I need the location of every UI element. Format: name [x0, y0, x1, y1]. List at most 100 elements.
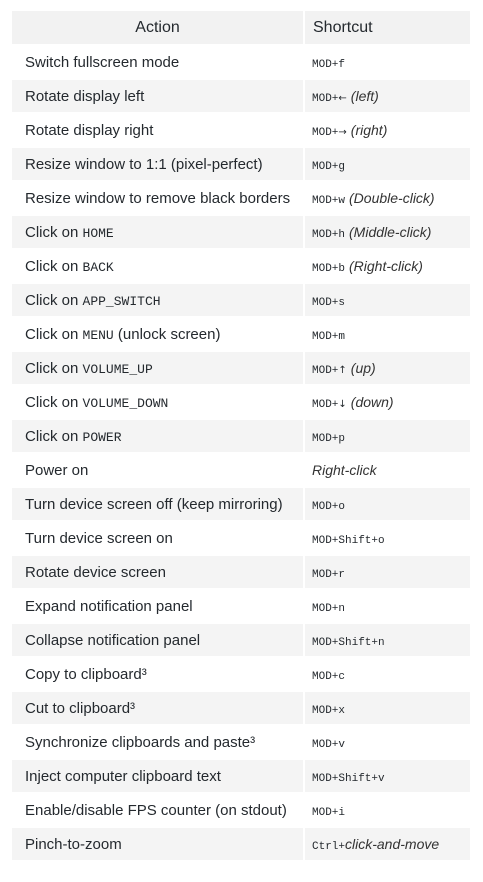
shortcut-keys: MOD+m	[312, 330, 346, 343]
header-action: Action	[12, 11, 305, 45]
action-cell: Resize window to 1:1 (pixel-perfect)	[12, 146, 305, 181]
shortcut-keys: MOD+s	[312, 296, 346, 309]
shortcut-cell: MOD+o	[304, 486, 470, 521]
table-row: Click on VOLUME_DOWN MOD+↓ (down)	[12, 384, 470, 419]
shortcut-keys: MOD+b	[312, 262, 346, 275]
shortcut-cell: MOD+f	[304, 44, 470, 79]
table-row: Click on MENU (unlock screen) MOD+m	[12, 316, 470, 351]
action-text: Click on	[25, 359, 83, 377]
action-keycode: VOLUME_UP	[82, 361, 153, 377]
shortcut-note: (right)	[350, 121, 388, 138]
table-row: Synchronize clipboards and paste³ MOD+v	[12, 724, 470, 759]
shortcut-keys: MOD+w	[312, 194, 346, 207]
shortcut-cell: MOD+n	[304, 588, 470, 623]
table-row: Rotate display left MOD+← (left)	[12, 78, 470, 113]
action-text: Inject computer clipboard text	[25, 767, 221, 785]
action-cell: Click on BACK	[12, 248, 305, 283]
shortcut-cell: MOD+i	[304, 792, 470, 827]
shortcut-keys: MOD+v	[312, 738, 346, 751]
table-row: Pinch-to-zoom Ctrl+click-and-move	[12, 826, 470, 860]
shortcut-keys: MOD+p	[312, 432, 346, 445]
shortcut-cell: MOD+Shift+o	[304, 520, 470, 555]
action-cell: Cut to clipboard³	[12, 690, 305, 725]
action-text: Collapse notification panel	[25, 631, 201, 649]
action-text: Click on	[25, 325, 83, 343]
action-cell: Click on VOLUME_DOWN	[12, 384, 305, 419]
action-cell: Turn device screen off (keep mirroring)	[12, 486, 305, 521]
action-text: Synchronize clipboards and paste³	[25, 733, 256, 751]
shortcut-keys: MOD+n	[312, 602, 346, 615]
action-text: Rotate device screen	[25, 563, 166, 581]
shortcut-cell: MOD+g	[304, 146, 470, 181]
shortcut-note: (Right-click)	[349, 257, 423, 274]
table-row: Click on POWER MOD+p	[12, 418, 470, 453]
header-row: Action Shortcut	[12, 11, 470, 45]
action-cell: Resize window to remove black borders	[12, 180, 305, 215]
arrow-key-icon: ↑	[338, 364, 347, 376]
action-cell: Click on POWER	[12, 418, 305, 453]
action-text: Cut to clipboard³	[25, 699, 136, 717]
table-row: Rotate device screen MOD+r	[12, 554, 470, 589]
action-cell: Expand notification panel	[12, 588, 305, 623]
table-row: Resize window to remove black borders MOD…	[12, 180, 470, 215]
shortcut-note: click-and-move	[345, 835, 440, 852]
action-text: Click on	[25, 223, 83, 241]
shortcut-note: (Middle-click)	[349, 223, 432, 240]
shortcuts-table: Action Shortcut Switch fullscreen mode MO…	[12, 11, 470, 860]
action-cell: Turn device screen on	[12, 520, 305, 555]
action-cell: Switch fullscreen mode	[12, 44, 305, 79]
action-text: Click on	[25, 291, 83, 309]
action-text: Pinch-to-zoom	[25, 835, 122, 853]
shortcut-cell: MOD+Shift+v	[304, 758, 470, 793]
action-text: Expand notification panel	[25, 597, 193, 615]
shortcut-cell: MOD+h (Middle-click)	[304, 214, 470, 249]
action-cell: Enable/disable FPS counter (on stdout)	[12, 792, 305, 827]
action-text: Switch fullscreen mode	[25, 53, 180, 71]
table-row: Turn device screen off (keep mirroring) M…	[12, 486, 470, 521]
action-text: Turn device screen on	[25, 529, 173, 547]
shortcut-keys: MOD+h	[312, 228, 346, 241]
action-text: Click on	[25, 393, 83, 411]
shortcut-keys: MOD+	[312, 92, 339, 105]
shortcut-cell: MOD+s	[304, 282, 470, 317]
table-row: Turn device screen on MOD+Shift+o	[12, 520, 470, 555]
shortcut-keys: MOD+r	[312, 568, 346, 581]
shortcut-keys: MOD+g	[312, 160, 346, 173]
action-cell: Click on VOLUME_UP	[12, 350, 305, 385]
shortcut-cell: MOD+← (left)	[304, 78, 470, 113]
shortcut-keys: MOD+	[312, 126, 339, 139]
table-row: Resize window to 1:1 (pixel-perfect) MOD+…	[12, 146, 470, 181]
shortcut-note: (down)	[350, 393, 394, 410]
action-text: Enable/disable FPS counter (on stdout)	[25, 801, 287, 819]
shortcut-keys: MOD+Shift+n	[312, 636, 385, 649]
shortcut-note: (left)	[350, 87, 379, 104]
action-text: Power on	[25, 461, 89, 479]
table-row: Copy to clipboard³ MOD+c	[12, 656, 470, 691]
action-cell: Copy to clipboard³	[12, 656, 305, 691]
action-keycode: VOLUME_DOWN	[82, 395, 169, 411]
table-row: Click on BACK MOD+b (Right-click)	[12, 248, 470, 283]
action-suffix: (unlock screen)	[113, 325, 221, 343]
table-header: Action Shortcut	[12, 11, 470, 45]
table-row: Switch fullscreen mode MOD+f	[12, 44, 470, 79]
table-row: Rotate display right MOD+→ (right)	[12, 112, 470, 147]
shortcut-keys: MOD+Shift+o	[312, 534, 385, 547]
action-text: Click on	[25, 427, 83, 445]
action-cell: Rotate display right	[12, 112, 305, 147]
action-keycode: POWER	[82, 429, 122, 445]
action-cell: Power on	[12, 452, 305, 487]
shortcut-cell: MOD+w (Double-click)	[304, 180, 470, 215]
shortcut-cell: MOD+c	[304, 656, 470, 691]
action-text: Turn device screen off (keep mirroring)	[25, 495, 283, 513]
header-shortcut: Shortcut	[304, 11, 470, 45]
shortcut-cell: MOD+↑ (up)	[304, 350, 470, 385]
shortcuts-table-container: Action Shortcut Switch fullscreen mode MO…	[12, 11, 470, 860]
table-row: Click on VOLUME_UP MOD+↑ (up)	[12, 350, 470, 385]
shortcut-cell: Ctrl+click-and-move	[304, 826, 470, 860]
shortcut-note: (up)	[350, 359, 376, 376]
shortcut-keys: MOD+	[312, 364, 339, 377]
shortcut-keys: MOD+	[312, 398, 339, 411]
action-cell: Collapse notification panel	[12, 622, 305, 657]
table-body: Switch fullscreen mode MOD+f Rotate displa…	[12, 44, 470, 860]
shortcut-cell: MOD+b (Right-click)	[304, 248, 470, 283]
